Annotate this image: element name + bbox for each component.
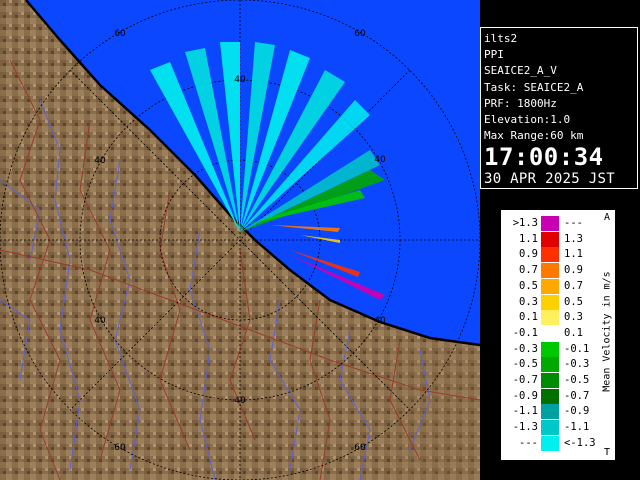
ring-label-60-se: 60: [354, 443, 366, 453]
legend-color-swatch: [541, 216, 559, 232]
legend-row-lower: ---: [519, 436, 538, 449]
elevation-value: Elevation:1.0: [484, 112, 571, 126]
ring-label-40-se: 40: [374, 316, 386, 326]
legend-color-swatch: [541, 231, 559, 247]
legend-row: -0.7 -0.5: [501, 373, 601, 389]
legend-row-upper: 0.7: [564, 279, 583, 292]
legend-row-upper: -0.7: [564, 389, 590, 402]
scan-name: SEAICE2_A_V: [484, 64, 557, 78]
ring-label-40-sw: 40: [94, 316, 106, 326]
scan-date: 30 APR 2025 JST: [484, 171, 615, 188]
legend-row-lower: -1.3: [512, 421, 538, 434]
legend-row-lower: 1.1: [519, 232, 538, 245]
legend-row-lower: -0.5: [512, 358, 538, 371]
legend-row: -0.9 -0.7: [501, 388, 601, 404]
legend-row-upper: -1.1: [564, 421, 590, 434]
legend-row-lower: 0.3: [519, 295, 538, 308]
legend-row-lower: -0.7: [512, 374, 538, 386]
legend-row-lower: 0.7: [519, 264, 538, 277]
legend-color-swatch: [541, 294, 559, 310]
scan-time: 17:00:34: [484, 143, 604, 172]
legend-row-lower: -0.3: [512, 342, 538, 355]
ring-label-60-ne: 60: [354, 29, 366, 39]
legend-row-upper: -0.1: [564, 342, 590, 355]
task-name: Task: SEAICE2_A: [484, 80, 584, 94]
legend-color-swatch: [541, 310, 559, 326]
legend-row-lower: -0.9: [512, 389, 538, 402]
legend-color-swatch: [541, 357, 559, 373]
legend-color-swatch: [541, 341, 559, 357]
ring-label-60-sw: 60: [114, 443, 126, 453]
legend-bottom-mark: T: [604, 447, 611, 458]
legend-row-upper: 0.3: [564, 311, 583, 324]
legend-row: --- <-1.3: [501, 435, 601, 451]
legend-row-lower: 0.1: [519, 311, 538, 324]
legend-row: >1.3 ---: [501, 216, 601, 232]
radar-ppi-map[interactable]: 60 60 40 40 40 40 40 40 60 60: [0, 0, 480, 480]
ring-label-40-n: 40: [234, 75, 246, 85]
legend-row-upper: 1.3: [564, 232, 583, 245]
legend-row: 0.3 0.5: [501, 294, 601, 310]
scan-info-panel: ilts2 PPI SEAICE2_A_V Task: SEAICE2_A PR…: [480, 27, 638, 189]
legend-row-upper: -0.5: [564, 374, 590, 386]
legend-title-container: Mean Velocity in m/s: [599, 210, 615, 460]
legend-row: 1.1 1.3: [501, 231, 601, 247]
ring-label-40-ne: 40: [374, 155, 386, 165]
legend-title: Mean Velocity in m/s: [601, 271, 613, 392]
legend-row: 0.7 0.9: [501, 263, 601, 279]
station-name: ilts2: [484, 32, 518, 45]
legend-row: -0.1 0.1: [501, 325, 601, 341]
ring-label-40-s: 40: [234, 396, 246, 406]
legend-row-upper: 0.5: [564, 295, 583, 308]
legend-row-upper: -0.3: [564, 358, 590, 371]
legend-row-upper: <-1.3: [564, 436, 596, 449]
legend-row: -0.5 -0.3: [501, 357, 601, 373]
legend-row-upper: 1.1: [564, 248, 583, 261]
legend-color-swatch: [541, 325, 559, 341]
legend-color-swatch: [541, 247, 559, 263]
legend-color-swatch: [541, 420, 559, 436]
legend-row-upper: -0.9: [564, 405, 590, 418]
legend-color-swatch: [541, 278, 559, 294]
legend-color-swatch: [541, 263, 559, 279]
legend-color-swatch: [541, 388, 559, 404]
legend-row-lower: 0.9: [519, 248, 538, 261]
max-range-value: Max Range:60 km: [484, 129, 584, 143]
legend-row-lower: >1.3: [512, 217, 538, 229]
legend-row-lower: -1.1: [512, 405, 538, 418]
ring-label-40-w: 40: [94, 156, 106, 166]
ring-label-60-nw: 60: [114, 29, 126, 39]
velocity-legend: >1.3 --- 1.1 1.3 0.9 1.1 0.7 0.9 0.5 0.7 0.3 0.5 0.1…: [500, 209, 616, 461]
legend-row-lower: 0.5: [519, 279, 538, 292]
legend-color-swatch: [541, 373, 559, 389]
legend-row: 0.9 1.1: [501, 247, 601, 263]
prf-value: PRF: 1800Hz: [484, 96, 557, 110]
legend-row-upper: ---: [564, 217, 583, 229]
legend-row-upper: 0.1: [564, 326, 583, 339]
legend-row-lower: -0.1: [512, 326, 538, 339]
legend-row-upper: 0.9: [564, 264, 583, 277]
land-area-east: [388, 340, 480, 480]
legend-row: 0.5 0.7: [501, 278, 601, 294]
product-type: PPI: [484, 48, 504, 62]
legend-row: 0.1 0.3: [501, 310, 601, 326]
legend-row: -1.3 -1.1: [501, 420, 601, 436]
legend-color-swatch: [541, 404, 559, 420]
legend-color-swatch: [541, 435, 559, 451]
legend-row: -1.1 -0.9: [501, 404, 601, 420]
legend-row: -0.3 -0.1: [501, 341, 601, 357]
